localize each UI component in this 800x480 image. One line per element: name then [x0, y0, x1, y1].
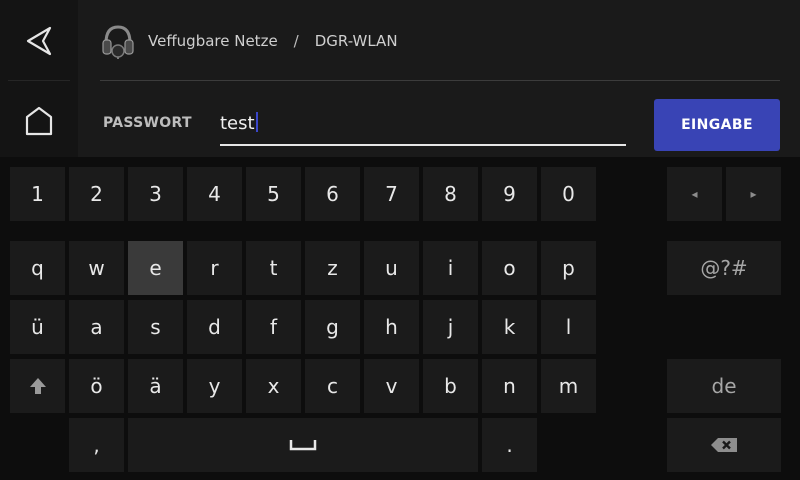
key-w[interactable]: w	[69, 241, 124, 295]
symbols-key[interactable]: @?#	[667, 241, 781, 295]
headset-icon	[102, 25, 134, 59]
key-f[interactable]: f	[246, 300, 301, 354]
key-q[interactable]: q	[10, 241, 65, 295]
key-ue[interactable]: ü	[10, 300, 65, 354]
key-2[interactable]: 2	[69, 167, 124, 221]
key-d[interactable]: d	[187, 300, 242, 354]
key-p[interactable]: p	[541, 241, 596, 295]
key-v[interactable]: v	[364, 359, 419, 413]
key-0[interactable]: 0	[541, 167, 596, 221]
back-button[interactable]	[0, 2, 78, 80]
key-t[interactable]: t	[246, 241, 301, 295]
key-l[interactable]: l	[541, 300, 596, 354]
key-i[interactable]: i	[423, 241, 478, 295]
header-divider	[100, 80, 780, 81]
key-n[interactable]: n	[482, 359, 537, 413]
key-u[interactable]: u	[364, 241, 419, 295]
key-o[interactable]: o	[482, 241, 537, 295]
key-e[interactable]: e	[128, 241, 183, 295]
key-4[interactable]: 4	[187, 167, 242, 221]
key-period[interactable]: .	[482, 418, 537, 472]
home-button[interactable]	[0, 82, 78, 160]
key-1[interactable]: 1	[10, 167, 65, 221]
breadcrumb-current: DGR-WLAN	[314, 32, 398, 50]
key-6[interactable]: 6	[305, 167, 360, 221]
cursor-right-key[interactable]: ▸	[726, 167, 781, 221]
shift-key[interactable]	[10, 359, 65, 413]
backspace-icon	[711, 438, 737, 452]
cursor-left-key[interactable]: ◂	[667, 167, 722, 221]
breadcrumb: Veffugbare Netze / DGR-WLAN	[100, 16, 398, 66]
key-comma[interactable]: ,	[69, 418, 124, 472]
key-3[interactable]: 3	[128, 167, 183, 221]
key-m[interactable]: m	[541, 359, 596, 413]
shift-arrow-icon	[29, 378, 46, 394]
key-x[interactable]: x	[246, 359, 301, 413]
sidebar	[0, 0, 78, 157]
key-k[interactable]: k	[482, 300, 537, 354]
key-b[interactable]: b	[423, 359, 478, 413]
key-ae[interactable]: ä	[128, 359, 183, 413]
key-j[interactable]: j	[423, 300, 478, 354]
backspace-key[interactable]	[667, 418, 781, 472]
language-key[interactable]: de	[667, 359, 781, 413]
space-key[interactable]	[128, 418, 478, 472]
password-value: test	[220, 113, 255, 134]
home-icon	[25, 106, 53, 136]
key-c[interactable]: c	[305, 359, 360, 413]
breadcrumb-separator: /	[293, 32, 299, 50]
key-s[interactable]: s	[128, 300, 183, 354]
key-y[interactable]: y	[187, 359, 242, 413]
key-oe[interactable]: ö	[69, 359, 124, 413]
key-h[interactable]: h	[364, 300, 419, 354]
back-arrow-icon	[26, 26, 52, 56]
key-5[interactable]: 5	[246, 167, 301, 221]
text-cursor	[255, 112, 258, 132]
password-label: PASSWORT	[103, 115, 192, 131]
sidebar-divider	[8, 80, 70, 81]
password-field[interactable]: test	[220, 106, 626, 146]
submit-button[interactable]: EINGABE	[654, 99, 780, 151]
breadcrumb-parent[interactable]: Veffugbare Netze	[148, 32, 278, 50]
key-a[interactable]: a	[69, 300, 124, 354]
key-r[interactable]: r	[187, 241, 242, 295]
key-9[interactable]: 9	[482, 167, 537, 221]
key-7[interactable]: 7	[364, 167, 419, 221]
space-bar-icon	[289, 440, 317, 451]
key-8[interactable]: 8	[423, 167, 478, 221]
key-z[interactable]: z	[305, 241, 360, 295]
key-g[interactable]: g	[305, 300, 360, 354]
